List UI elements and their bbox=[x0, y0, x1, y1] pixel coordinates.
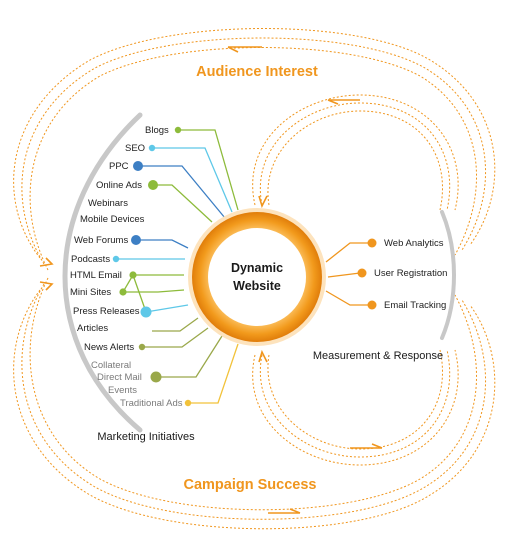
connector-web-forums bbox=[136, 239, 189, 249]
dot-web-forums bbox=[131, 235, 141, 245]
dot-ppc bbox=[133, 161, 143, 171]
dynamic-website-orb: Dynamic Website bbox=[188, 208, 326, 346]
connector-mini-sites bbox=[123, 289, 185, 293]
dot-mini-sites bbox=[119, 288, 127, 296]
connector-seo bbox=[152, 147, 233, 213]
arrow-left-upper bbox=[39, 257, 54, 267]
top-label: Audience Interest bbox=[196, 64, 318, 80]
arrow-top-left bbox=[227, 46, 262, 53]
connector-online-ads bbox=[153, 184, 213, 223]
dot-web-analytics bbox=[367, 238, 377, 248]
inner-loop-top-right-3 bbox=[267, 110, 443, 211]
dot-news-alerts bbox=[138, 343, 146, 351]
dot-user-registration bbox=[357, 268, 367, 278]
diagram-canvas: Audience Interest Campaign Success Marke… bbox=[13, 28, 496, 530]
dot-press-releases bbox=[140, 306, 152, 318]
label-traditional-ads: Traditional Ads bbox=[120, 398, 183, 409]
connector-user-registration bbox=[327, 272, 361, 278]
label-events: Events bbox=[108, 385, 137, 396]
label-web-forums: Web Forums bbox=[74, 235, 128, 246]
measurement-labels: Web Analytics User Registration Email Tr… bbox=[374, 238, 447, 311]
label-podcasts: Podcasts bbox=[71, 254, 110, 265]
arrow-up-inner bbox=[258, 349, 268, 363]
label-news-alerts: News Alerts bbox=[84, 342, 134, 353]
label-user-registration: User Registration bbox=[374, 268, 447, 279]
inner-loop-top-right-2 bbox=[259, 102, 451, 211]
label-webinars: Webinars bbox=[88, 198, 128, 209]
dot-traditional-ads bbox=[184, 399, 192, 407]
diagram-stage: Audience Interest Campaign Success Marke… bbox=[0, 0, 515, 559]
label-ppc: PPC bbox=[109, 161, 129, 172]
connector-email-tracking bbox=[325, 290, 372, 306]
dot-online-ads bbox=[148, 180, 158, 190]
dot-direct-mail bbox=[150, 371, 162, 383]
orb-inner-face bbox=[208, 228, 306, 326]
label-blogs: Blogs bbox=[145, 125, 169, 136]
label-collateral: Collateral bbox=[91, 360, 131, 371]
orb-line1: Dynamic bbox=[231, 261, 283, 275]
arrow-bottom-right bbox=[350, 443, 383, 449]
inner-loop-top-right bbox=[252, 94, 459, 211]
inner-loop-bottom-right-3 bbox=[267, 349, 443, 450]
label-html-email: HTML Email bbox=[70, 270, 122, 281]
connector-web-analytics bbox=[325, 242, 372, 263]
inner-loop-bottom-right-2 bbox=[259, 349, 451, 458]
bottom-label: Campaign Success bbox=[184, 477, 317, 493]
label-press-releases: Press Releases bbox=[73, 306, 140, 317]
dot-html-email bbox=[129, 271, 137, 279]
label-seo: SEO bbox=[125, 143, 145, 154]
arrow-down-inner bbox=[258, 195, 268, 209]
connector-ppc bbox=[138, 165, 226, 219]
connector-traditional-ads bbox=[188, 343, 239, 404]
dot-email-tracking bbox=[367, 300, 377, 310]
label-mobile-devices: Mobile Devices bbox=[80, 214, 145, 225]
label-articles: Articles bbox=[77, 323, 108, 334]
dot-seo bbox=[148, 144, 156, 152]
label-email-tracking: Email Tracking bbox=[384, 300, 446, 311]
label-online-ads: Online Ads bbox=[96, 180, 142, 191]
orb-line2: Website bbox=[233, 279, 281, 293]
connector-press-releases bbox=[145, 304, 189, 313]
label-direct-mail: Direct Mail bbox=[97, 372, 142, 383]
label-web-analytics: Web Analytics bbox=[384, 238, 444, 249]
left-caption: Marketing Initiatives bbox=[97, 431, 195, 443]
connector-articles bbox=[152, 317, 199, 332]
dot-blogs bbox=[174, 126, 182, 134]
right-caption: Measurement & Response bbox=[313, 350, 443, 362]
label-mini-sites: Mini Sites bbox=[70, 287, 111, 298]
dot-podcasts bbox=[112, 255, 120, 263]
